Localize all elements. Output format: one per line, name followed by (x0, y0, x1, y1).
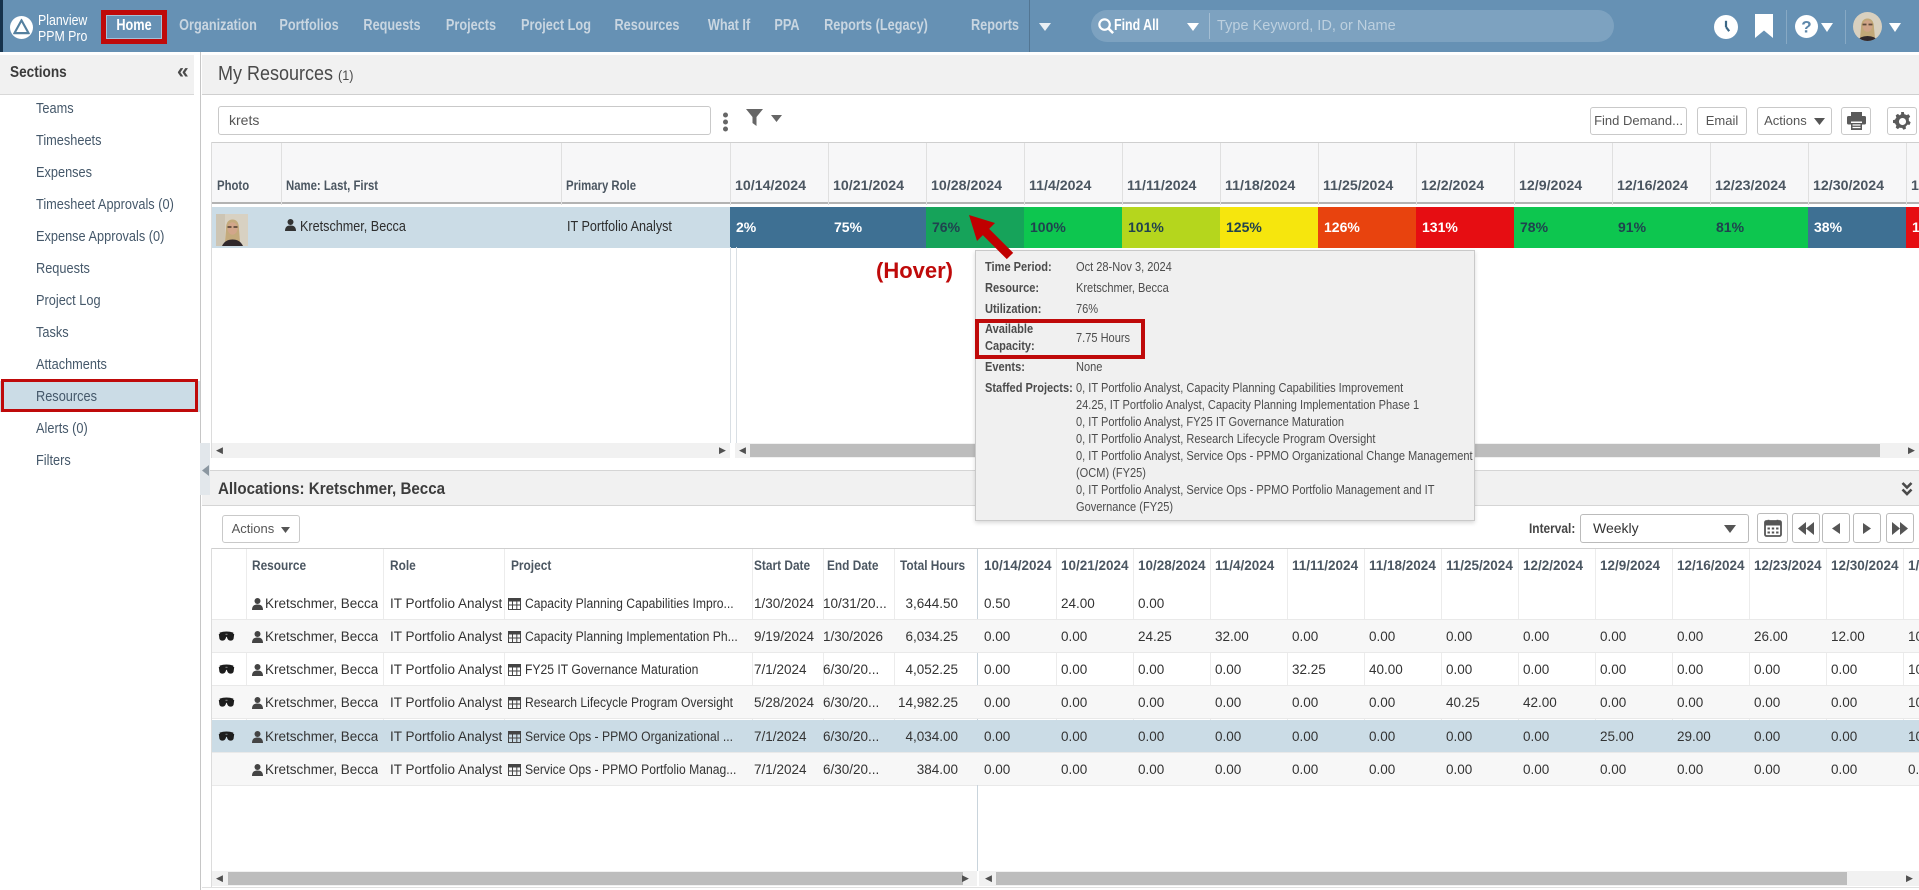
svg-text:?: ? (1801, 18, 1811, 37)
